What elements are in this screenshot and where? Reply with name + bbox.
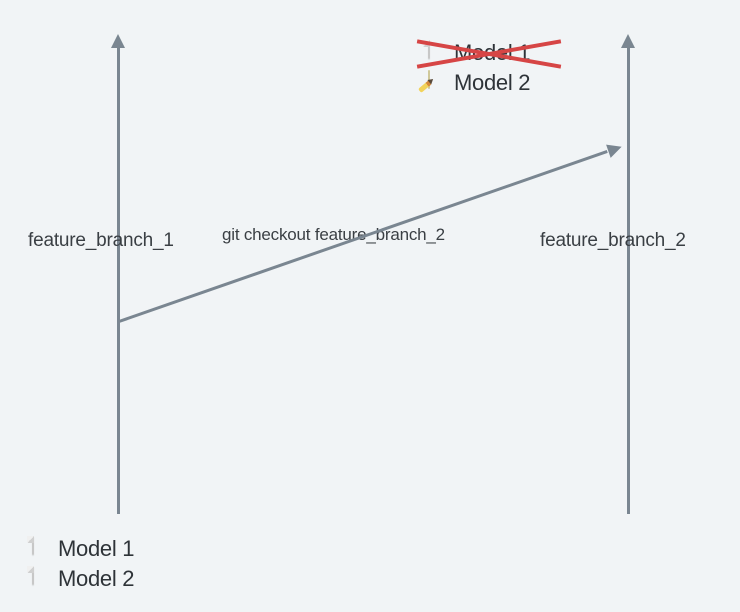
file-row-top-2: Model 2 <box>428 70 530 96</box>
file-label: Model 2 <box>58 566 134 592</box>
arrowhead-right <box>621 34 635 48</box>
document-icon <box>32 567 54 591</box>
checkout-arrowhead <box>606 140 624 158</box>
checkout-arrow-line <box>119 150 608 323</box>
file-row-bottom-2: Model 2 <box>32 566 134 592</box>
branch-line-right <box>627 46 630 514</box>
file-label: Model 2 <box>454 70 530 96</box>
branch-label-left: feature_branch_1 <box>28 230 174 252</box>
command-label: git checkout feature_branch_2 <box>222 225 445 245</box>
branch-line-left <box>117 46 120 514</box>
document-icon <box>32 537 54 561</box>
file-row-bottom-1: Model 1 <box>32 536 134 562</box>
file-label: Model 1 <box>58 536 134 562</box>
file-row-top-1: Model 1 <box>428 40 530 66</box>
arrowhead-left <box>111 34 125 48</box>
file-label: Model 1 <box>454 40 530 66</box>
document-icon <box>428 41 450 65</box>
edit-document-icon <box>428 71 450 95</box>
branch-label-right: feature_branch_2 <box>540 230 686 252</box>
